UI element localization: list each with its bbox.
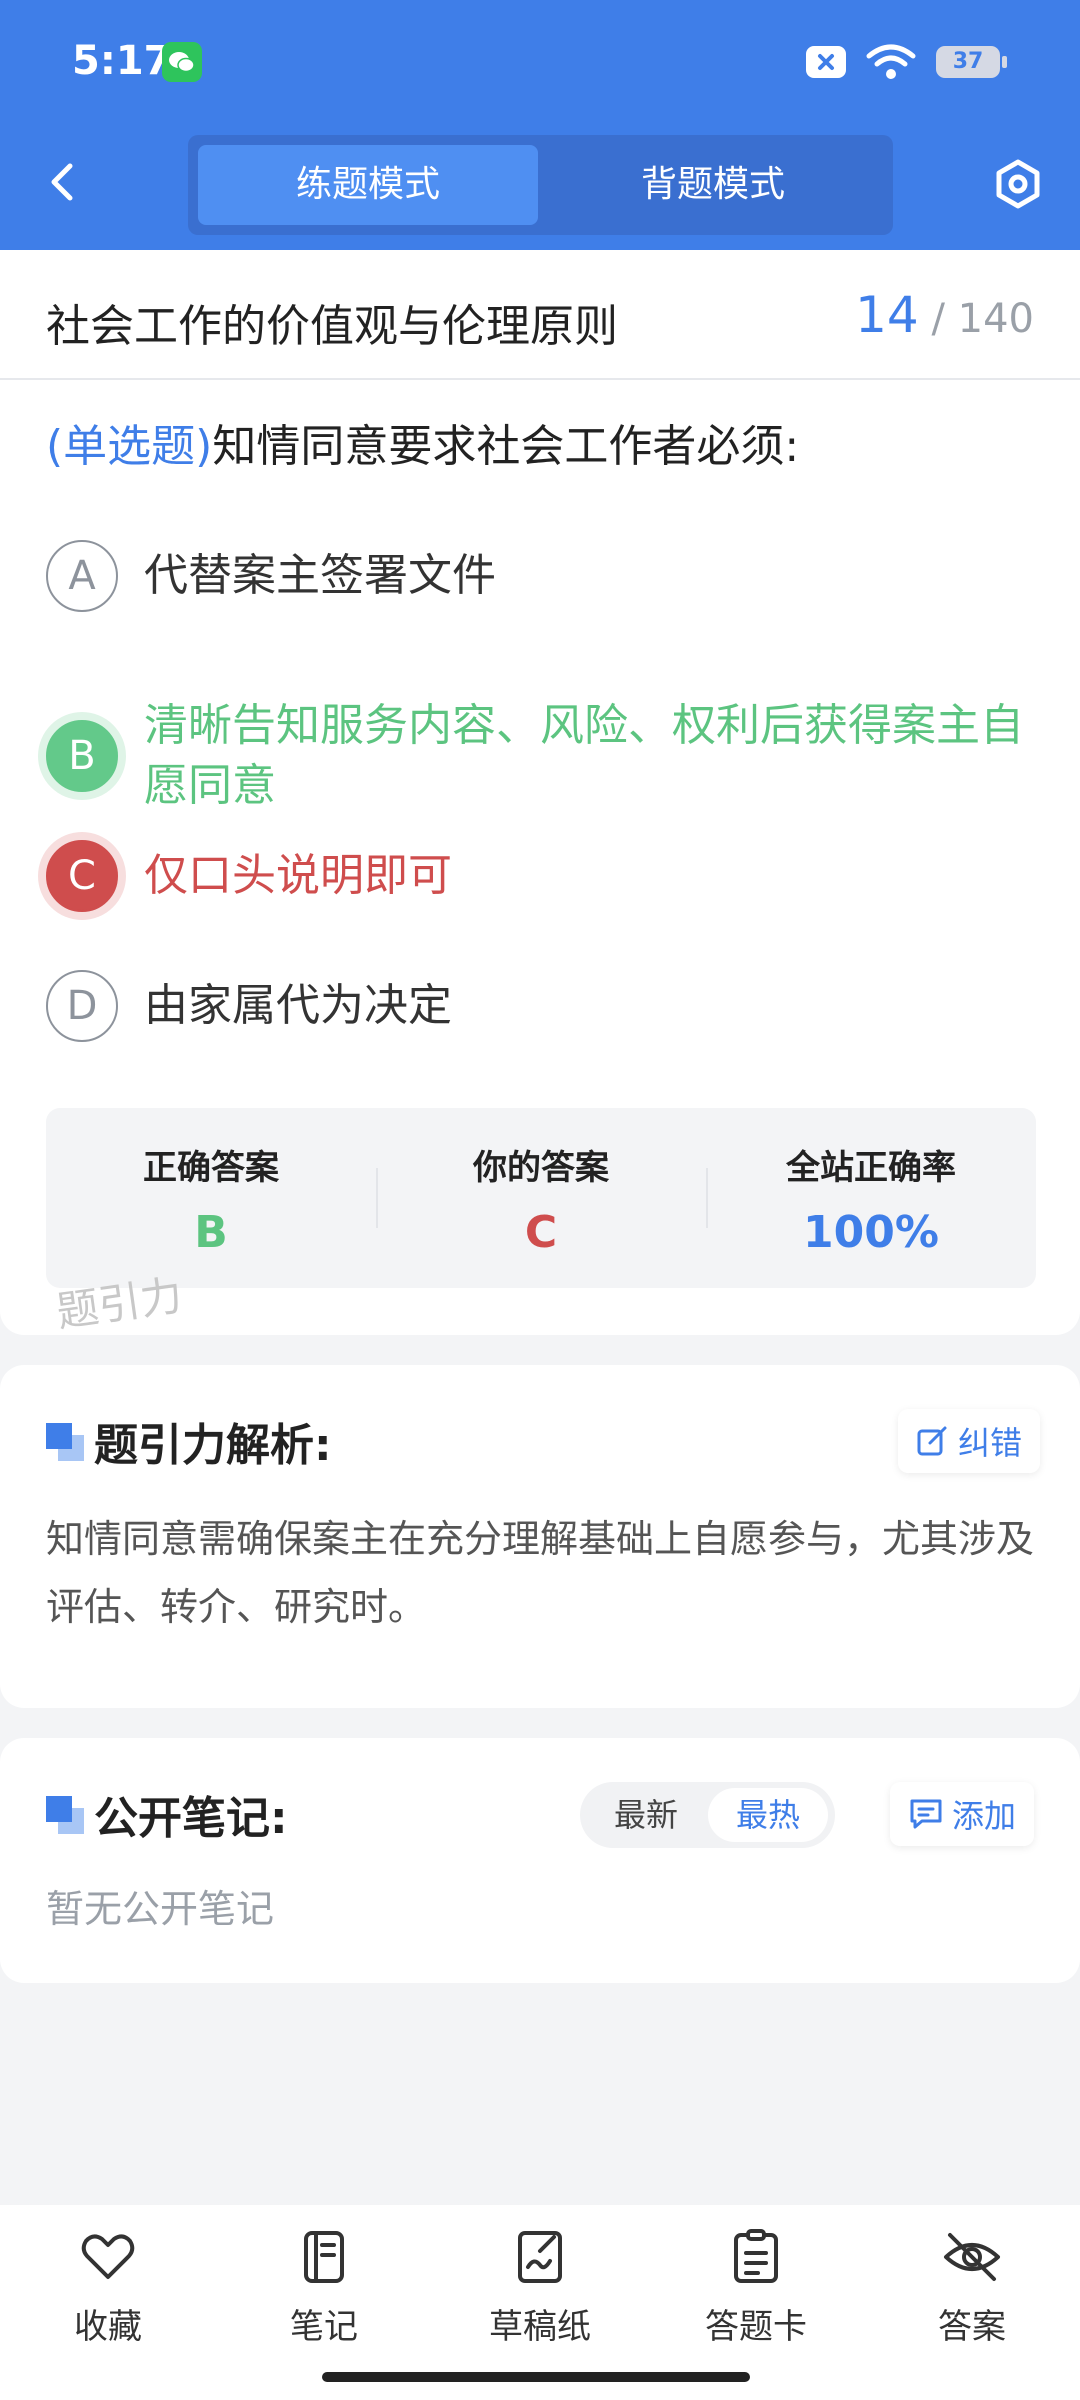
notebook-icon bbox=[304, 2231, 344, 2283]
answer-card-label: 答题卡 bbox=[705, 2307, 807, 2347]
show-answer-button[interactable]: 答案 bbox=[872, 2227, 1072, 2348]
option-text: 清晰告知服务内容、风险、权利后获得案主自愿同意 bbox=[144, 700, 1024, 811]
analysis-card: 题引力解析: 纠错 知情同意需确保案主在充分理解基础上自愿参与，尤其涉及评估、转… bbox=[0, 1365, 1080, 1708]
edit-icon bbox=[917, 1426, 947, 1456]
mode-switch: 练题模式 背题模式 bbox=[188, 135, 893, 235]
tab-practice-mode[interactable]: 练题模式 bbox=[198, 145, 538, 225]
correct-answer-value: B bbox=[194, 1207, 228, 1258]
answer-card-button[interactable]: 答题卡 bbox=[656, 2227, 856, 2348]
sort-hottest-tab[interactable]: 最热 bbox=[708, 1788, 828, 1842]
report-error-label: 纠错 bbox=[958, 1424, 1023, 1462]
settings-icon[interactable] bbox=[992, 158, 1044, 210]
notes-sort-switch: 最新 最热 bbox=[580, 1782, 835, 1848]
option-letter: D bbox=[46, 970, 118, 1042]
total-questions: 140 bbox=[957, 296, 1034, 342]
option-a[interactable]: A 代替案主签署文件 bbox=[46, 540, 1036, 612]
option-letter: C bbox=[46, 840, 118, 912]
option-c[interactable]: C 仅口头说明即可 bbox=[46, 840, 1036, 912]
your-answer-value: C bbox=[524, 1207, 558, 1258]
tab-memorize-mode[interactable]: 背题模式 bbox=[543, 145, 883, 225]
home-indicator[interactable] bbox=[322, 2372, 750, 2382]
comment-icon bbox=[910, 1799, 942, 1829]
question-stem: (单选题)知情同意要求社会工作者必须: bbox=[46, 410, 1046, 474]
favorite-label: 收藏 bbox=[74, 2307, 142, 2347]
current-question-number: 14 bbox=[855, 286, 919, 344]
correct-answer-column: 正确答案 B bbox=[46, 1108, 376, 1288]
notes-label: 笔记 bbox=[290, 2307, 358, 2347]
your-answer-label: 你的答案 bbox=[473, 1148, 609, 1188]
bottom-toolbar: 收藏 笔记 草稿纸 答题卡 答案 bbox=[0, 2205, 1080, 2400]
correct-answer-label: 正确答案 bbox=[143, 1148, 279, 1188]
option-letter: A bbox=[46, 540, 118, 612]
notes-title: 公开笔记: bbox=[94, 1793, 288, 1844]
show-answer-label: 答案 bbox=[938, 2307, 1006, 2347]
add-note-label: 添加 bbox=[952, 1797, 1017, 1835]
your-answer-column: 你的答案 C bbox=[376, 1108, 706, 1288]
section-marker-icon bbox=[46, 1796, 84, 1834]
sort-newest-tab[interactable]: 最新 bbox=[586, 1788, 706, 1842]
accuracy-rate-value: 100% bbox=[803, 1207, 939, 1258]
section-marker-icon bbox=[46, 1423, 84, 1461]
draft-icon bbox=[518, 2231, 562, 2283]
heart-icon bbox=[81, 2234, 135, 2279]
answer-summary: 正确答案 B 你的答案 C 全站正确率 100% bbox=[46, 1108, 1036, 1288]
status-icons: 37 bbox=[806, 44, 1007, 80]
notes-card: 公开笔记: 最新 最热 添加 暂无公开笔记 bbox=[0, 1738, 1080, 1983]
option-b[interactable]: B 清晰告知服务内容、风险、权利后获得案主自愿同意 bbox=[46, 690, 1036, 816]
answer-card-icon bbox=[734, 2229, 778, 2283]
notes-empty-text: 暂无公开笔记 bbox=[46, 1887, 275, 1931]
wifi-icon bbox=[866, 44, 916, 79]
option-d[interactable]: D 由家属代为决定 bbox=[46, 970, 1036, 1042]
analysis-text: 知情同意需确保案主在充分理解基础上自愿参与，尤其涉及评估、转介、研究时。 bbox=[46, 1517, 1035, 1629]
notes-button[interactable]: 笔记 bbox=[224, 2227, 424, 2348]
accuracy-rate-label: 全站正确率 bbox=[786, 1148, 956, 1188]
chapter-title: 社会工作的价值观与伦理原则 bbox=[46, 301, 618, 352]
divider bbox=[0, 378, 1080, 380]
back-arrow-icon[interactable] bbox=[40, 158, 88, 206]
report-error-button[interactable]: 纠错 bbox=[898, 1409, 1041, 1473]
status-time: 5:17 bbox=[72, 38, 172, 84]
favorite-button[interactable]: 收藏 bbox=[8, 2227, 208, 2348]
option-text: 代替案主签署文件 bbox=[144, 550, 496, 601]
eye-off-icon bbox=[944, 2233, 1000, 2281]
x-icon bbox=[806, 46, 846, 78]
option-text: 仅口头说明即可 bbox=[144, 850, 452, 901]
option-letter: B bbox=[46, 720, 118, 792]
question-text: 知情同意要求社会工作者必须: bbox=[212, 421, 800, 472]
add-note-button[interactable]: 添加 bbox=[890, 1782, 1035, 1846]
question-progress: 14 / 140 bbox=[855, 286, 1034, 344]
progress-separator: / bbox=[931, 296, 945, 342]
battery-icon: 37 bbox=[936, 46, 1007, 78]
wechat-icon bbox=[162, 42, 202, 82]
analysis-title: 题引力解析: bbox=[94, 1420, 332, 1471]
draft-paper-button[interactable]: 草稿纸 bbox=[440, 2227, 640, 2348]
draft-paper-label: 草稿纸 bbox=[489, 2307, 591, 2347]
option-text: 由家属代为决定 bbox=[144, 980, 452, 1031]
top-header: 5:17 37 练题模式 背题模式 bbox=[0, 0, 1080, 250]
question-type-label: (单选题) bbox=[46, 421, 213, 472]
accuracy-rate-column: 全站正确率 100% bbox=[706, 1108, 1036, 1288]
question-card: 社会工作的价值观与伦理原则 14 / 140 (单选题)知情同意要求社会工作者必… bbox=[0, 250, 1080, 1337]
